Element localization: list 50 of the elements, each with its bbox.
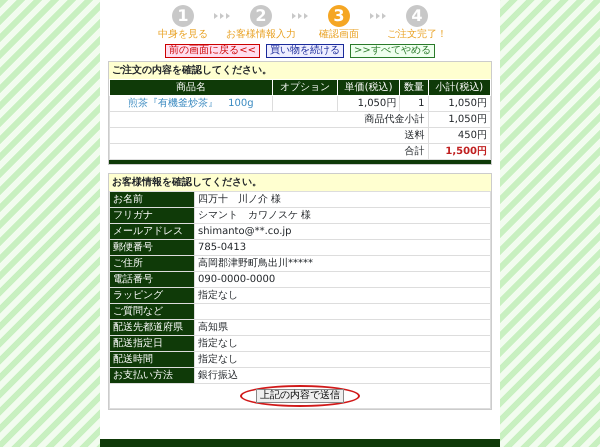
field-value: 銀行振込 (194, 368, 490, 384)
arrow-icon (214, 13, 230, 19)
column-header: 小計(税込) (428, 80, 490, 96)
table-cell: 1,050円 (337, 96, 400, 112)
field-label: 郵便番号 (113, 242, 153, 253)
field-value: 785-0413 (194, 240, 490, 256)
field-label: お名前 (113, 194, 143, 205)
field-value: 指定なし (194, 336, 490, 352)
field-label: お支払い方法 (113, 370, 173, 381)
step-label: お客様情報入力 (226, 28, 296, 41)
field-label: ご質問など (113, 306, 163, 317)
field-value: 指定なし (194, 288, 490, 304)
summary-label: 商品代金小計 (110, 112, 428, 128)
arrow-icon (292, 13, 308, 19)
summary-value: 1,050円 (428, 112, 490, 128)
field-label: ご住所 (113, 258, 143, 269)
continue-shopping-button[interactable]: 買い物を続ける (266, 44, 344, 58)
field-label: ラッピング (113, 290, 163, 301)
submit-button[interactable]: 上記の内容で送信 (256, 389, 344, 403)
field-label: 配送先都道府県 (113, 322, 183, 333)
step-number: 3 (328, 5, 350, 27)
field-label: 電話番号 (113, 274, 153, 285)
field-value: shimanto@**.co.jp (194, 224, 490, 240)
section-title: ご注文の内容を確認してください。 (109, 62, 491, 79)
column-header: 数量 (400, 80, 428, 96)
field-value: シマント カワノスケ 様 (194, 208, 490, 224)
section-title: お客様情報を確認してください。 (109, 174, 491, 191)
field-label: フリガナ (113, 210, 153, 221)
arrow-icon (370, 13, 386, 19)
product-link[interactable]: 煎茶『有機釜炒茶』 100g (110, 96, 272, 112)
column-header: オプション (272, 80, 338, 96)
step-label: 確認画面 (319, 28, 359, 41)
field-label: 配送指定日 (113, 338, 163, 349)
cancel-button[interactable]: >>すべてやめる (350, 44, 435, 58)
table-cell: 1 (400, 96, 428, 112)
field-value: 高岡郡津野町鳥出川***** (194, 256, 490, 272)
step-label: 中身を見る (158, 28, 208, 41)
summary-value: 450円 (428, 128, 490, 144)
field-value: 090-0000-0000 (194, 272, 490, 288)
field-value: 指定なし (194, 352, 490, 368)
step-label: ご注文完了！ (387, 28, 447, 41)
field-value: 高知県 (194, 320, 490, 336)
field-label: メールアドレス (113, 226, 183, 237)
column-header: 単価(税込) (337, 80, 400, 96)
back-button[interactable]: 前の画面に戻る<< (165, 44, 260, 58)
summary-label: 送料 (110, 128, 428, 144)
field-label: 配送時間 (113, 354, 153, 365)
column-header: 商品名 (110, 80, 272, 96)
table-cell: 1,050円 (428, 96, 490, 112)
field-value: 四万十 川ノ介 様 (194, 192, 490, 208)
